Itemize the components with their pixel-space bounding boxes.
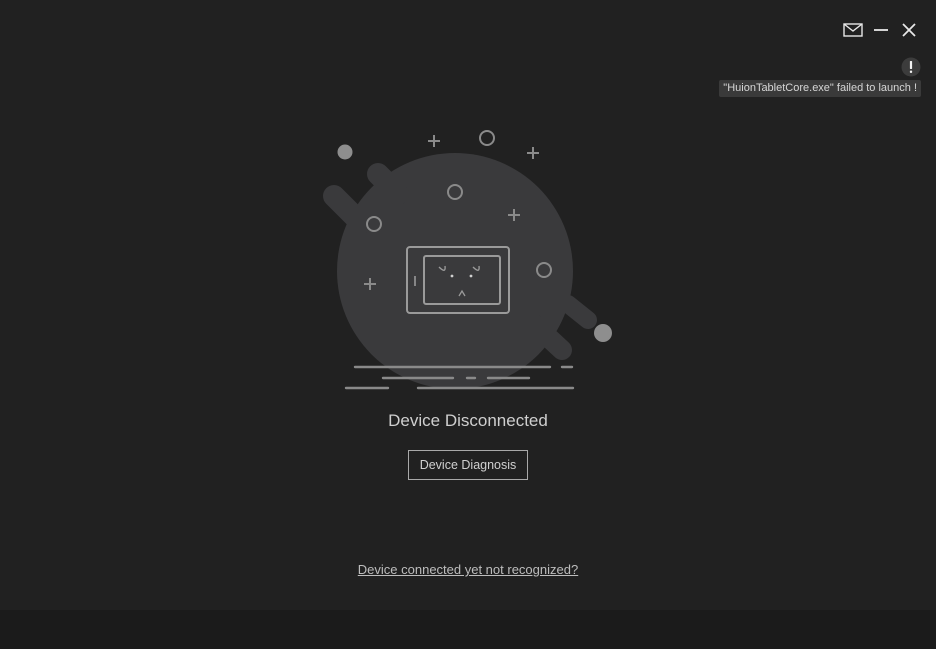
device-not-recognized-link[interactable]: Device connected yet not recognized?	[358, 562, 578, 577]
minimize-button[interactable]	[870, 19, 892, 41]
help-link-container: Device connected yet not recognized?	[0, 562, 936, 578]
disconnected-tablet-illustration	[323, 130, 612, 390]
mail-button[interactable]	[842, 19, 864, 41]
window-controls	[842, 19, 920, 41]
app-window: "HuionTabletCore.exe" failed to launch !	[0, 0, 936, 649]
decor-dot	[337, 144, 353, 160]
status-title: Device Disconnected	[388, 411, 548, 430]
close-button[interactable]	[898, 19, 920, 41]
warning-icon[interactable]	[901, 57, 921, 77]
minimize-icon	[874, 29, 888, 31]
error-tooltip: "HuionTabletCore.exe" failed to launch !	[719, 80, 921, 97]
close-icon	[902, 23, 916, 37]
decor-dot	[594, 324, 612, 342]
mail-icon	[843, 23, 863, 37]
footer-bar	[0, 610, 936, 649]
device-diagnosis-button[interactable]: Device Diagnosis	[408, 450, 528, 480]
